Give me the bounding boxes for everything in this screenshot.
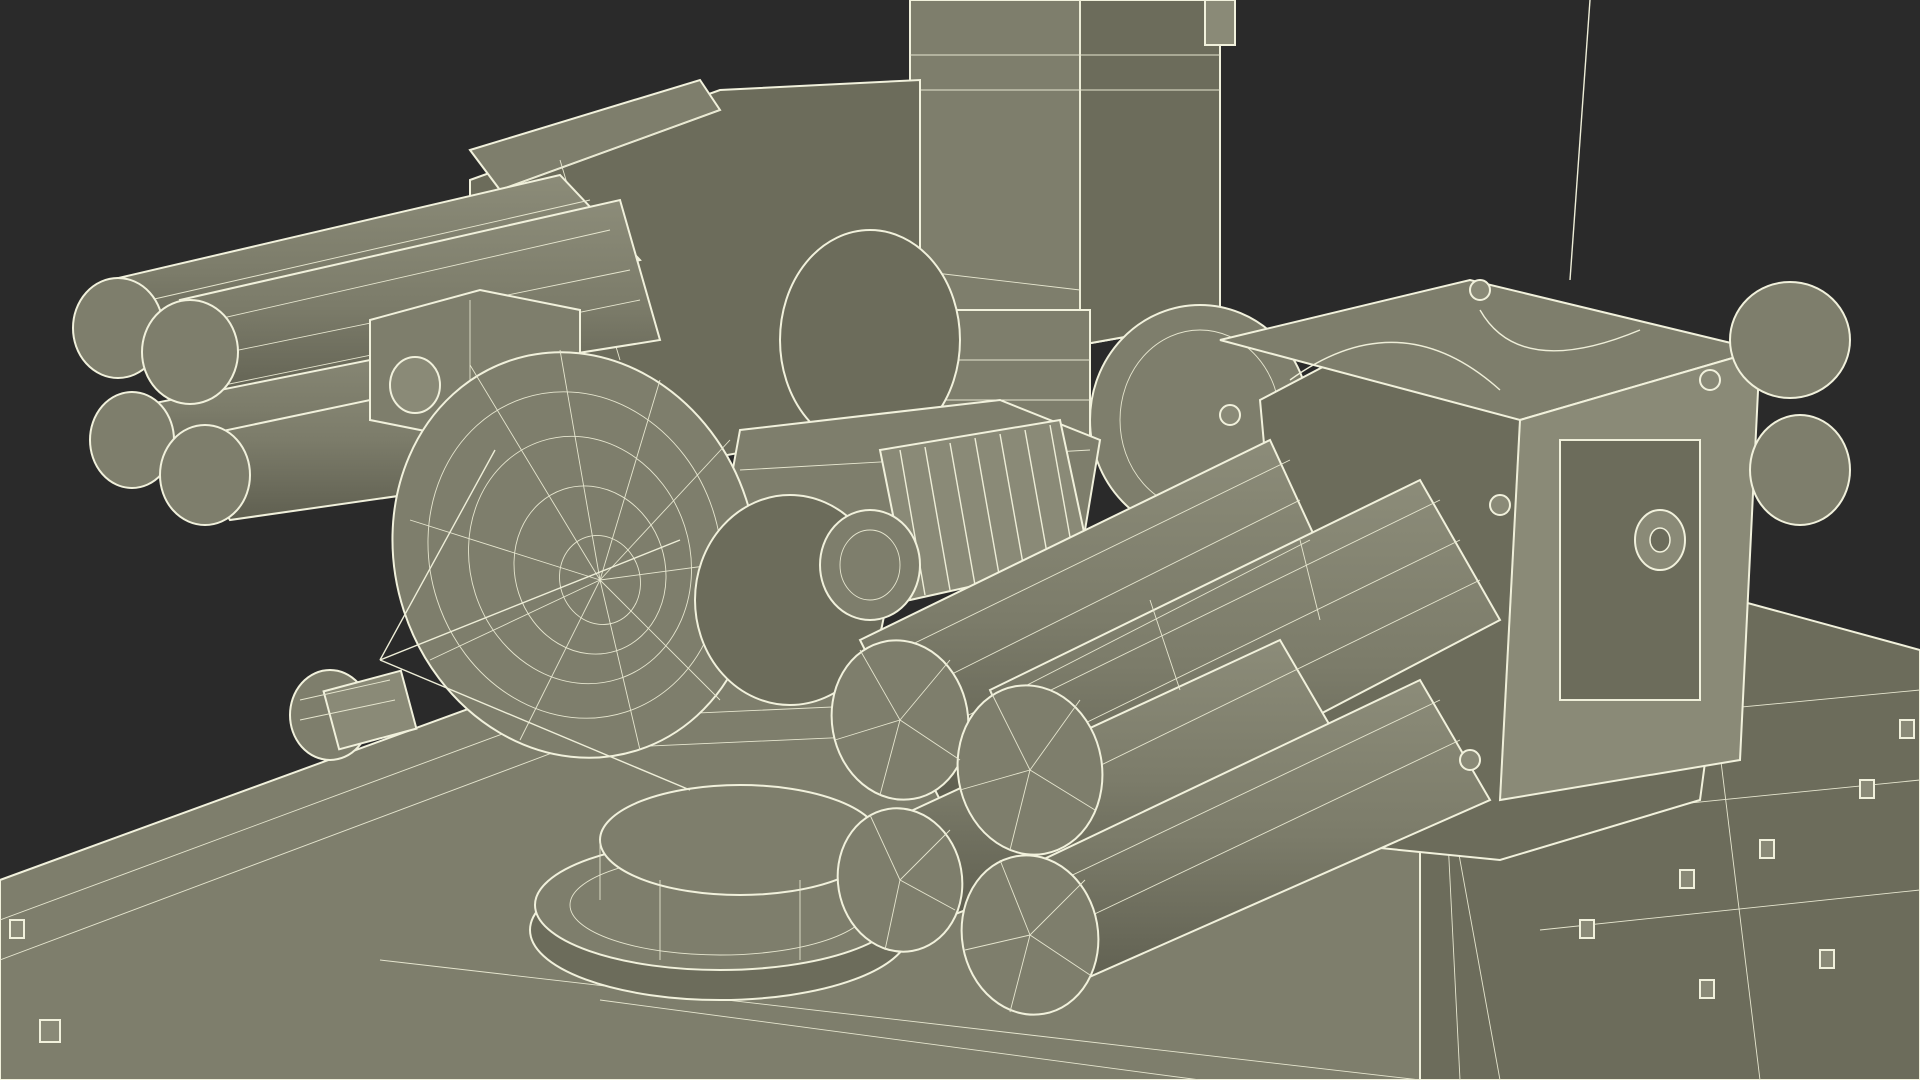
wireframe-render-viewport	[0, 0, 1920, 1080]
